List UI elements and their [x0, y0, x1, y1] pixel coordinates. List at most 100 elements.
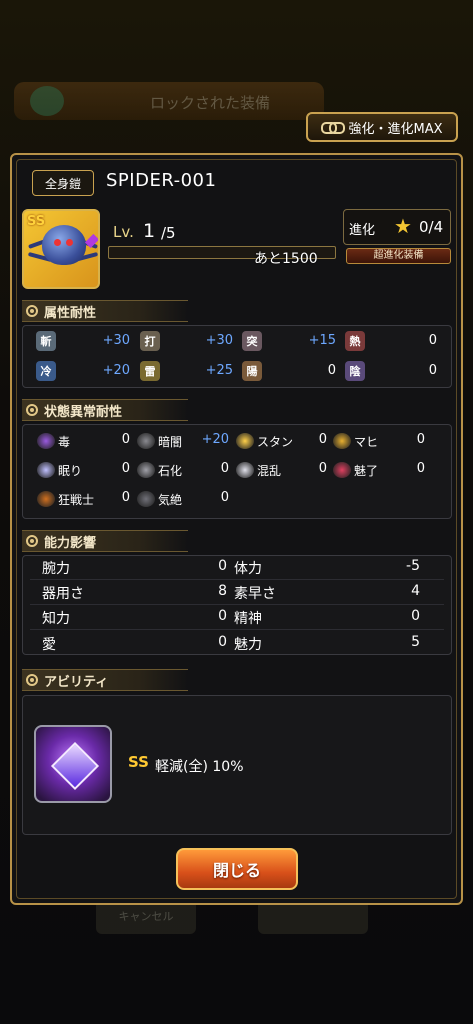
- enhance-max-label: 強化・進化MAX: [348, 121, 443, 137]
- attribute-icon: 突: [242, 331, 262, 351]
- equipment-name: SPIDER-001: [106, 170, 217, 191]
- stat-value: 0: [218, 634, 227, 650]
- status-icon: [137, 491, 155, 507]
- stat-label: 知力: [42, 611, 70, 627]
- background-banner-text: ロックされた装備: [150, 94, 271, 112]
- status-value: 0: [416, 432, 425, 447]
- stat-label: 精神: [234, 611, 262, 627]
- level-label: Lv.: [113, 223, 134, 241]
- star-icon: ★: [394, 214, 412, 238]
- status-icon: [236, 462, 254, 478]
- attribute-value: 0: [428, 333, 437, 348]
- section-title: 状態異常耐性: [44, 404, 123, 420]
- stat-label: 体力: [234, 561, 262, 577]
- evolution-value: 0/4: [419, 218, 444, 236]
- stat-label: 器用さ: [42, 586, 84, 602]
- status-value: 0: [416, 461, 425, 476]
- attribute-value: 0: [327, 363, 336, 378]
- status-icon: [37, 462, 55, 478]
- stat-label: 素早さ: [234, 586, 276, 602]
- background-banner-icon: [30, 86, 64, 116]
- attribute-value: +20: [102, 363, 130, 378]
- stat-value: -5: [406, 558, 420, 574]
- enhance-max-button[interactable]: 強化・進化MAX: [306, 112, 458, 142]
- status-value: 0: [121, 461, 130, 476]
- status-label: 混乱: [257, 464, 282, 478]
- attribute-value: 0: [428, 363, 437, 378]
- attribute-icon: 打: [140, 331, 160, 351]
- equipment-portrait: SS: [22, 209, 100, 289]
- stat-value: 0: [218, 608, 227, 624]
- row-divider: [30, 579, 444, 580]
- attribute-icon: 陰: [345, 361, 365, 381]
- background-button: [258, 900, 368, 934]
- spider-eye: [66, 239, 73, 246]
- attribute-icon: 熱: [345, 331, 365, 351]
- stat-value: 5: [411, 634, 420, 650]
- row-divider: [30, 604, 444, 605]
- status-label: 眠り: [58, 464, 83, 478]
- stat-value: 0: [218, 558, 227, 574]
- rank-badge: SS: [27, 214, 46, 229]
- attribute-value: +30: [102, 333, 130, 348]
- status-icon: [37, 433, 55, 449]
- status-label: 石化: [158, 464, 183, 478]
- attribute-icon: 陽: [242, 361, 262, 381]
- gear-icon: [26, 305, 38, 317]
- exp-remaining: あと1500: [254, 251, 318, 267]
- background-cancel-label: キャンセル: [118, 910, 174, 923]
- background-cancel-button: キャンセル: [96, 900, 196, 934]
- evolution-label: 進化: [349, 223, 376, 238]
- status-value: 0: [121, 490, 130, 505]
- section-title: 能力影響: [44, 535, 97, 551]
- stat-label: 腕力: [42, 561, 70, 577]
- status-label: 気絶: [158, 493, 183, 507]
- status-icon: [37, 491, 55, 507]
- status-value: +20: [201, 432, 229, 447]
- ability-crystal-icon[interactable]: [34, 725, 112, 803]
- status-value: 0: [318, 432, 327, 447]
- section-title: 属性耐性: [44, 305, 97, 321]
- super-evolution-tag: 超進化装備: [346, 248, 451, 264]
- status-icon: [333, 433, 351, 449]
- status-icon: [137, 433, 155, 449]
- attribute-value: +15: [308, 333, 336, 348]
- gear-icon: [26, 404, 38, 416]
- stat-label: 魅力: [234, 637, 262, 653]
- attribute-value: +30: [205, 333, 233, 348]
- spider-armor-icon: [42, 225, 86, 265]
- close-button[interactable]: 閉じる: [176, 848, 298, 890]
- section-title: アビリティ: [44, 674, 109, 690]
- spider-eye: [54, 239, 61, 246]
- attribute-resist-box: [22, 325, 452, 388]
- ability-rank: SS: [128, 753, 149, 771]
- status-icon: [236, 433, 254, 449]
- section-header-ability: アビリティ: [22, 669, 188, 691]
- status-label: 魅了: [354, 464, 379, 478]
- status-label: 狂戦士: [58, 493, 95, 507]
- level-value: 1: [143, 220, 156, 242]
- section-header-status-resist: 状態異常耐性: [22, 399, 188, 421]
- attribute-icon: 冷: [36, 361, 56, 381]
- status-value: 0: [220, 461, 229, 476]
- section-header-ability-effect: 能力影響: [22, 530, 188, 552]
- status-label: マヒ: [354, 435, 379, 449]
- status-label: スタン: [257, 435, 294, 449]
- stat-value: 8: [218, 583, 227, 599]
- stat-label: 愛: [42, 637, 56, 653]
- close-button-label: 閉じる: [212, 861, 261, 880]
- status-label: 暗闇: [158, 435, 183, 449]
- status-icon: [137, 462, 155, 478]
- row-divider: [30, 629, 444, 630]
- section-header-attribute-resist: 属性耐性: [22, 300, 188, 322]
- stat-value: 4: [411, 583, 420, 599]
- attribute-value: +25: [205, 363, 233, 378]
- link-icon: [321, 120, 346, 134]
- equipment-type-tag: 全身鎧: [32, 170, 94, 196]
- status-icon: [333, 462, 351, 478]
- level-max: /5: [161, 224, 176, 242]
- attribute-icon: 斬: [36, 331, 56, 351]
- status-label: 毒: [58, 435, 71, 449]
- gear-icon: [26, 674, 38, 686]
- attribute-icon: 雷: [140, 361, 160, 381]
